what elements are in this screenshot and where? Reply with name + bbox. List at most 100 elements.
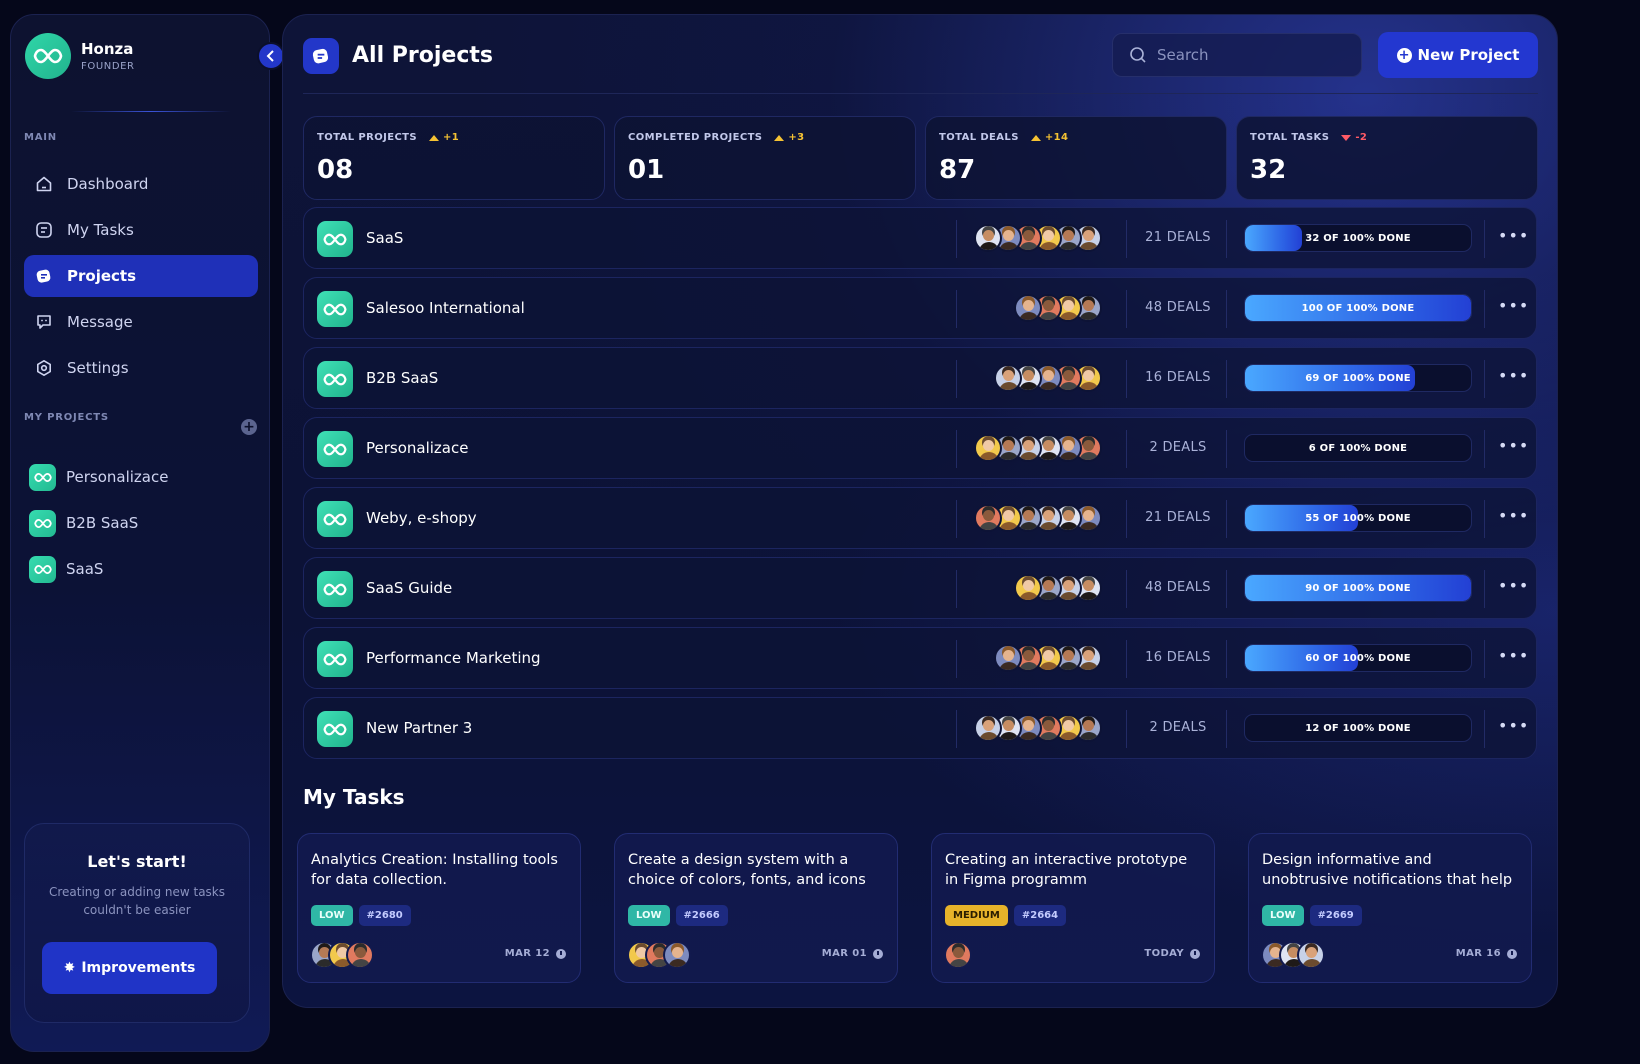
more-options-icon[interactable]: ••• <box>1498 506 1528 530</box>
collapse-sidebar-button[interactable] <box>257 42 285 70</box>
brand-logo-icon <box>25 33 71 79</box>
more-options-icon[interactable]: ••• <box>1498 366 1528 390</box>
avatar[interactable] <box>974 504 1002 532</box>
project-members <box>974 504 1102 534</box>
more-options-icon[interactable]: ••• <box>1498 296 1528 320</box>
sidebar: Honza FOUNDER MAIN Dashboard My Tasks Pr… <box>10 14 285 1052</box>
divider <box>1484 710 1485 748</box>
my-project-label: Personalizace <box>66 468 169 486</box>
avatar[interactable] <box>974 714 1002 742</box>
project-row[interactable]: SaaS 21 DEALS 32 OF 100% DONE ••• <box>303 207 1537 269</box>
avatar[interactable] <box>1014 294 1042 322</box>
project-name[interactable]: SaaS Guide <box>366 579 452 597</box>
project-name[interactable]: Personalizace <box>366 439 468 457</box>
more-options-icon[interactable]: ••• <box>1498 226 1528 250</box>
more-options-icon[interactable]: ••• <box>1498 436 1528 460</box>
avatar[interactable] <box>974 224 1002 252</box>
divider <box>956 360 957 398</box>
more-options-icon[interactable]: ••• <box>1498 576 1528 600</box>
search-input[interactable] <box>1157 46 1347 64</box>
priority-badge: LOW <box>1262 905 1304 926</box>
user-profile[interactable]: Honza FOUNDER <box>25 33 135 79</box>
project-progress-bar: 60 OF 100% DONE <box>1244 644 1472 672</box>
project-name[interactable]: Performance Marketing <box>366 649 541 667</box>
my-project-item[interactable]: Personalizace <box>29 456 255 498</box>
add-project-button[interactable]: + <box>241 419 257 435</box>
project-members <box>974 434 1102 464</box>
project-deals: 16 DEALS <box>1145 650 1211 665</box>
progress-label: 32 OF 100% DONE <box>1305 233 1411 244</box>
project-name[interactable]: Weby, e-shopy <box>366 509 477 527</box>
stat-delta: -2 <box>1355 132 1368 143</box>
sparkle-icon: ✸ <box>63 960 76 976</box>
trend-down-icon <box>1341 134 1352 141</box>
my-tasks-title: My Tasks <box>303 785 405 809</box>
divider <box>1484 570 1485 608</box>
task-card[interactable]: Create a design system with a choice of … <box>614 833 898 983</box>
project-members <box>994 364 1102 394</box>
divider <box>1226 500 1227 538</box>
task-card[interactable]: Analytics Creation: Installing tools for… <box>297 833 581 983</box>
avatar[interactable] <box>974 434 1002 462</box>
avatar[interactable] <box>1014 574 1042 602</box>
my-project-item[interactable]: SaaS <box>29 548 255 590</box>
project-name[interactable]: SaaS <box>366 229 403 247</box>
project-row[interactable]: B2B SaaS 16 DEALS 69 OF 100% DONE ••• <box>303 347 1537 409</box>
project-name[interactable]: Salesoo International <box>366 299 525 317</box>
projects-icon <box>303 38 339 74</box>
task-assignees <box>627 941 691 969</box>
task-date-label: MAR 01 <box>821 948 867 959</box>
task-card[interactable]: Creating an interactive prototype in Fig… <box>931 833 1215 983</box>
task-date-label: MAR 16 <box>1455 948 1501 959</box>
project-logo-icon <box>317 711 353 747</box>
main-nav: Dashboard My Tasks Projects Message Sett… <box>24 163 258 393</box>
project-members <box>994 644 1102 674</box>
avatar[interactable] <box>346 941 374 969</box>
project-name[interactable]: New Partner 3 <box>366 719 472 737</box>
project-row[interactable]: SaaS Guide 48 DEALS 90 OF 100% DONE ••• <box>303 557 1537 619</box>
nav-item-label: Dashboard <box>67 175 149 193</box>
stat-card-total-tasks: TOTAL TASKS -2 32 <box>1236 116 1538 200</box>
project-row[interactable]: Salesoo International 48 DEALS 100 OF 100%… <box>303 277 1537 339</box>
project-name[interactable]: B2B SaaS <box>366 369 438 387</box>
projects-icon <box>35 267 53 285</box>
nav-item-dashboard[interactable]: Dashboard <box>24 163 258 205</box>
divider <box>956 570 957 608</box>
main-panel: All Projects + New Project TOTAL PROJECT… <box>282 14 1558 1008</box>
nav-item-my-tasks[interactable]: My Tasks <box>24 209 258 251</box>
project-members <box>1014 294 1102 324</box>
project-row[interactable]: Personalizace 2 DEALS 6 OF 100% DONE ••• <box>303 417 1537 479</box>
search-box[interactable] <box>1112 33 1362 77</box>
project-row[interactable]: Performance Marketing 16 DEALS 60 OF 100% … <box>303 627 1537 689</box>
avatar[interactable] <box>663 941 691 969</box>
task-due-date: MAR 12 <box>505 948 566 959</box>
divider <box>956 710 957 748</box>
avatar[interactable] <box>994 644 1022 672</box>
divider <box>956 290 957 328</box>
more-options-icon[interactable]: ••• <box>1498 646 1528 670</box>
task-title: Create a design system with a choice of … <box>628 852 866 888</box>
divider <box>956 430 957 468</box>
avatar[interactable] <box>1297 941 1325 969</box>
project-logo-icon <box>29 509 56 537</box>
my-project-item[interactable]: B2B SaaS <box>29 502 255 544</box>
user-name: Honza <box>81 40 134 58</box>
improvements-button[interactable]: ✸ Improvements <box>42 942 217 994</box>
avatar[interactable] <box>944 941 972 969</box>
avatar[interactable] <box>994 364 1022 392</box>
nav-item-projects[interactable]: Projects <box>24 255 258 297</box>
new-project-button[interactable]: + New Project <box>1378 32 1538 78</box>
project-logo-icon <box>317 221 353 257</box>
lets-start-card: Let's start! Creating or adding new task… <box>24 823 250 1023</box>
project-row[interactable]: Weby, e-shopy 21 DEALS 55 OF 100% DONE ••• <box>303 487 1537 549</box>
project-row[interactable]: New Partner 3 2 DEALS 12 OF 100% DONE ••• <box>303 697 1537 759</box>
more-options-icon[interactable]: ••• <box>1498 716 1528 740</box>
task-assignees <box>1261 941 1325 969</box>
divider <box>71 111 231 112</box>
nav-item-settings[interactable]: Settings <box>24 347 258 389</box>
nav-item-message[interactable]: Message <box>24 301 258 343</box>
progress-label: 69 OF 100% DONE <box>1305 373 1411 384</box>
task-card[interactable]: Design informative and unobtrusive notif… <box>1248 833 1532 983</box>
priority-badge: LOW <box>628 905 670 926</box>
divider <box>1484 290 1485 328</box>
